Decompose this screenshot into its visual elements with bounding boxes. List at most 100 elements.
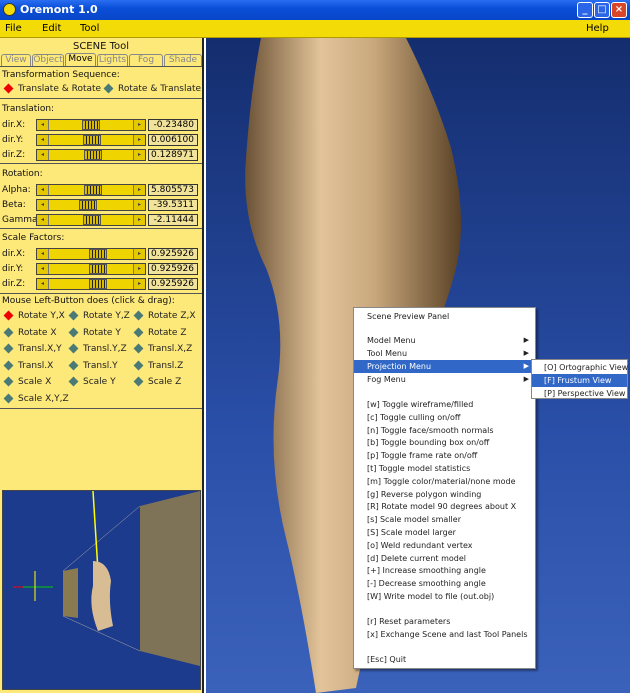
menu-item-command[interactable]: [-] Decrease smoothing angle [354, 577, 535, 590]
menu-item-command[interactable]: [b] Toggle bounding box on/off [354, 436, 535, 449]
menu-item-command[interactable]: [m] Toggle color/material/none mode [354, 475, 535, 488]
slider-thumb[interactable] [83, 150, 102, 160]
menu-item-command[interactable]: [d] Delete current model [354, 552, 535, 565]
menu-item-submenu[interactable]: Fog Menu ▶ [354, 373, 535, 386]
rotation-value-field[interactable]: -2.11444 [148, 214, 198, 226]
translation-value-field[interactable]: 0.006100 [148, 134, 198, 146]
slider-right-arrow-icon[interactable]: ▸ [133, 135, 145, 145]
mouse-mode-option[interactable]: Scale X [3, 376, 51, 387]
slider-left-arrow-icon[interactable]: ◂ [37, 279, 49, 289]
mouse-mode-option[interactable]: Transl.Y [68, 360, 118, 371]
tab-object[interactable]: Object [32, 54, 64, 66]
slider-right-arrow-icon[interactable]: ▸ [133, 279, 145, 289]
scale-slider[interactable]: ◂ ▸ [36, 278, 146, 290]
translation-slider[interactable]: ◂ ▸ [36, 149, 146, 161]
close-button[interactable]: × [611, 2, 627, 18]
slider-thumb[interactable] [82, 215, 101, 225]
menu-tool[interactable]: Tool [80, 23, 99, 34]
mouse-mode-option[interactable]: Rotate Y,Z [68, 310, 130, 321]
scale-slider[interactable]: ◂ ▸ [36, 248, 146, 260]
mouse-mode-option[interactable]: Transl.X,Y [3, 343, 62, 354]
slider-left-arrow-icon[interactable]: ◂ [37, 249, 49, 259]
mouse-mode-option[interactable]: Rotate Z [133, 327, 187, 338]
menu-item-command[interactable]: [o] Weld redundant vertex [354, 539, 535, 552]
menu-edit[interactable]: Edit [42, 23, 61, 34]
translation-slider[interactable]: ◂ ▸ [36, 119, 146, 131]
menu-item-command[interactable]: [p] Toggle frame rate on/off [354, 449, 535, 462]
tab-lights[interactable]: Lights [97, 54, 128, 66]
maximize-button[interactable]: □ [594, 2, 610, 18]
slider-left-arrow-icon[interactable]: ◂ [37, 120, 49, 130]
slider-right-arrow-icon[interactable]: ▸ [133, 200, 145, 210]
menu-item-command[interactable]: [S] Scale model larger [354, 526, 535, 539]
slider-thumb[interactable] [83, 185, 102, 195]
menu-help[interactable]: Help [586, 23, 609, 34]
menu-item-command[interactable]: [R] Rotate model 90 degrees about X [354, 500, 535, 513]
menu-item-command[interactable]: [c] Toggle culling on/off [354, 411, 535, 424]
slider-thumb[interactable] [83, 135, 102, 145]
slider-left-arrow-icon[interactable]: ◂ [37, 200, 49, 210]
scale-value-field[interactable]: 0.925926 [148, 278, 198, 290]
translation-slider[interactable]: ◂ ▸ [36, 134, 146, 146]
slider-right-arrow-icon[interactable]: ▸ [133, 264, 145, 274]
rotation-slider[interactable]: ◂ ▸ [36, 184, 146, 196]
translation-value-field[interactable]: 0.128971 [148, 149, 198, 161]
scene-preview-panel[interactable] [2, 490, 201, 690]
rotation-slider[interactable]: ◂ ▸ [36, 199, 146, 211]
mouse-mode-option[interactable]: Transl.X,Z [133, 343, 192, 354]
submenu-item-view[interactable]: [O] Ortographic View [532, 361, 628, 374]
menu-item-submenu[interactable]: Projection Menu ▶ [354, 360, 535, 373]
menu-item-command[interactable]: [g] Reverse polygon winding [354, 488, 535, 501]
slider-thumb[interactable] [78, 200, 97, 210]
minimize-button[interactable]: _ [577, 2, 593, 18]
menu-item-command[interactable]: [t] Toggle model statistics [354, 462, 535, 475]
slider-right-arrow-icon[interactable]: ▸ [133, 150, 145, 160]
tab-fog[interactable]: Fog [129, 54, 163, 66]
scale-value-field[interactable]: 0.925926 [148, 248, 198, 260]
submenu-item-view[interactable]: [P] Perspective View [532, 387, 627, 400]
mouse-mode-option[interactable]: Transl.Y,Z [68, 343, 127, 354]
slider-thumb[interactable] [88, 264, 107, 274]
slider-left-arrow-icon[interactable]: ◂ [37, 185, 49, 195]
rotation-slider[interactable]: ◂ ▸ [36, 214, 146, 226]
mouse-mode-option[interactable]: Transl.X [3, 360, 53, 371]
menu-item-command[interactable]: [n] Toggle face/smooth normals [354, 424, 535, 437]
menu-item-command[interactable]: [s] Scale model smaller [354, 513, 535, 526]
tab-view[interactable]: View [1, 54, 31, 66]
translation-value-field[interactable]: -0.23480 [148, 119, 198, 131]
rotation-value-field[interactable]: 5.805573 [148, 184, 198, 196]
menu-item-submenu[interactable]: Model Menu ▶ [354, 334, 535, 347]
mouse-mode-option[interactable]: Scale Y [68, 376, 116, 387]
mouse-mode-option[interactable]: Rotate Y,X [3, 310, 65, 321]
slider-right-arrow-icon[interactable]: ▸ [133, 249, 145, 259]
slider-left-arrow-icon[interactable]: ◂ [37, 150, 49, 160]
menu-item-submenu[interactable]: Tool Menu ▶ [354, 347, 535, 360]
scale-value-field[interactable]: 0.925926 [148, 263, 198, 275]
slider-thumb[interactable] [82, 120, 100, 130]
slider-thumb[interactable] [88, 279, 107, 289]
mouse-mode-option[interactable]: Scale Z [133, 376, 181, 387]
menu-file[interactable]: File [5, 23, 22, 34]
menu-item-command[interactable]: [W] Write model to file (out.obj) [354, 590, 535, 603]
sequence-option[interactable]: Rotate & Translate [103, 83, 201, 94]
slider-left-arrow-icon[interactable]: ◂ [37, 215, 49, 225]
rotation-value-field[interactable]: -39.5311 [148, 199, 198, 211]
sequence-option[interactable]: Translate & Rotate [3, 83, 101, 94]
mouse-mode-option[interactable]: Rotate Z,X [133, 310, 196, 321]
submenu-item-view[interactable]: [F] Frustum View [532, 374, 627, 387]
slider-left-arrow-icon[interactable]: ◂ [37, 135, 49, 145]
menu-item-command[interactable]: [x] Exchange Scene and last Tool Panels [354, 628, 535, 641]
mouse-mode-option[interactable]: Rotate Y [68, 327, 121, 338]
mouse-mode-option[interactable]: Transl.Z [133, 360, 183, 371]
slider-thumb[interactable] [88, 249, 107, 259]
tab-move[interactable]: Move [65, 53, 96, 66]
slider-left-arrow-icon[interactable]: ◂ [37, 264, 49, 274]
scale-slider[interactable]: ◂ ▸ [36, 263, 146, 275]
menu-item-quit[interactable]: [Esc] Quit [354, 653, 535, 666]
slider-right-arrow-icon[interactable]: ▸ [133, 185, 145, 195]
menu-item-command[interactable]: [+] Increase smoothing angle [354, 564, 535, 577]
mouse-mode-option[interactable]: Rotate X [3, 327, 57, 338]
slider-right-arrow-icon[interactable]: ▸ [133, 120, 145, 130]
mouse-mode-option[interactable]: Scale X,Y,Z [3, 393, 69, 404]
menu-item-command[interactable]: [w] Toggle wireframe/filled [354, 398, 535, 411]
